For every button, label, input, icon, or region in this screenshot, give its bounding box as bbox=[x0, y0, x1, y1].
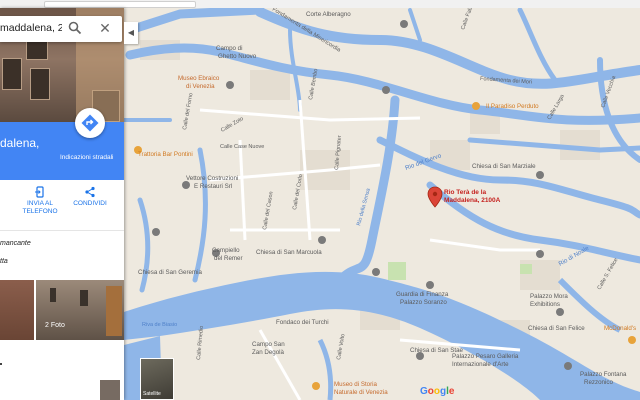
photo-thumbnail[interactable] bbox=[100, 380, 120, 400]
label-palazzo-mora-1: Palazzo Mora bbox=[530, 293, 568, 300]
poi-icon[interactable] bbox=[556, 308, 564, 316]
place-header: dalena, Indicazioni stradali bbox=[0, 108, 124, 180]
label-campiello-remer-1: Campiello bbox=[212, 247, 240, 254]
search-icon[interactable] bbox=[68, 21, 82, 35]
label-palazzo-pesaro-2: Internazionale d'Arte bbox=[452, 361, 509, 368]
google-logo: Google bbox=[420, 386, 455, 397]
address-bar[interactable] bbox=[44, 1, 196, 8]
label-chiesa-geremia: Chiesa di San Geremia bbox=[138, 269, 203, 276]
poi-icon[interactable] bbox=[312, 382, 320, 390]
label-palazzo-fontana-2: Rezzonico bbox=[584, 379, 613, 386]
label-museo-storia-1: Museo di Storia bbox=[334, 381, 378, 388]
label-fondaco: Fondaco dei Turchi bbox=[276, 319, 329, 326]
map-canvas[interactable]: Corte Alberagno Campo di Ghetto Nuovo Mu… bbox=[124, 8, 640, 400]
label-trattoria: Trattoria Bar Pontini bbox=[138, 151, 193, 158]
photo-count: 2 Foto bbox=[45, 322, 65, 329]
poi-icon[interactable] bbox=[400, 20, 408, 28]
photo-window bbox=[2, 58, 22, 90]
photo-door bbox=[106, 286, 122, 336]
photo-thumbnail[interactable] bbox=[36, 280, 124, 340]
park bbox=[520, 264, 532, 274]
photo-thumbnails bbox=[0, 280, 124, 340]
label-riva-biasio: Riva de Biasio bbox=[142, 322, 177, 328]
label-campo-degola-1: Campo San bbox=[252, 341, 285, 348]
directions-icon bbox=[81, 114, 99, 132]
bullet bbox=[0, 363, 2, 365]
location-label-line2: Maddalena, 2100A bbox=[444, 197, 501, 204]
poi-icon[interactable] bbox=[426, 281, 434, 289]
label-chiesa-marziale: Chiesa di San Marziale bbox=[472, 163, 536, 170]
label-vettore-2: E Restauri Srl bbox=[194, 183, 232, 190]
label-corte-alberagno: Corte Alberagno bbox=[306, 11, 351, 18]
park bbox=[388, 262, 406, 280]
photo-window bbox=[80, 290, 88, 306]
directions-label[interactable]: Indicazioni stradali bbox=[60, 154, 113, 161]
satellite-label: Satellite bbox=[143, 391, 161, 397]
info-missing[interactable]: mancante bbox=[0, 240, 31, 247]
label-campiello-remer-2: del Remer bbox=[214, 255, 243, 262]
search-input[interactable]: maddalena, 2100... bbox=[0, 22, 62, 34]
poi-icon[interactable] bbox=[226, 81, 234, 89]
label-guardia-1: Guardia di Finanza bbox=[396, 291, 449, 298]
send-to-phone-label: INVIA AL TELEFONO bbox=[22, 200, 58, 215]
label-campo-ghetto-1: Campo di bbox=[216, 45, 242, 52]
label-museo-ebraico-2: di Venezia bbox=[186, 83, 215, 90]
label-guardia-2: Palazzo Soranzo bbox=[400, 299, 447, 306]
poi-icon[interactable] bbox=[472, 102, 480, 110]
search-box[interactable]: maddalena, 2100... ✕ bbox=[0, 16, 122, 42]
close-icon[interactable]: ✕ bbox=[98, 20, 112, 36]
send-to-phone-icon bbox=[35, 186, 44, 198]
label-il-paradiso: Il Paradiso Perduto bbox=[486, 103, 539, 110]
label-campo-ghetto-2: Ghetto Nuovo bbox=[218, 53, 257, 60]
label-museo-ebraico-1: Museo Ebraico bbox=[178, 75, 220, 82]
label-vettore-1: Vettore Costruzioni bbox=[186, 175, 238, 182]
label-palazzo-mora-2: Exhibitions bbox=[530, 301, 560, 308]
send-to-phone-button[interactable]: INVIA AL TELEFONO bbox=[20, 186, 60, 216]
label-mcdonalds: McDonald's bbox=[604, 325, 636, 332]
place-panel: maddalena, 2100... ✕ dalena, Indicazioni… bbox=[0, 8, 124, 400]
poi-icon[interactable] bbox=[182, 181, 190, 189]
poi-icon[interactable] bbox=[564, 362, 572, 370]
poi-icon[interactable] bbox=[382, 86, 390, 94]
label-chiesa-felice: Chiesa di San Felice bbox=[528, 325, 585, 332]
poi-icon[interactable] bbox=[536, 250, 544, 258]
location-label-line1: Rio Terà de la bbox=[444, 189, 487, 196]
share-icon bbox=[85, 186, 95, 198]
poi-icon[interactable] bbox=[372, 268, 380, 276]
share-label: CONDIVIDI bbox=[73, 200, 107, 207]
photo-thumbnail[interactable] bbox=[0, 280, 34, 340]
poi-icon[interactable] bbox=[152, 228, 160, 236]
poi-icon[interactable] bbox=[536, 171, 544, 179]
label-chiesa-marcuola: Chiesa di San Marcuola bbox=[256, 249, 322, 256]
satellite-toggle[interactable]: Satellite bbox=[140, 358, 174, 400]
label-calle-casa-nuove: Calle Case Nuove bbox=[220, 144, 264, 150]
label-campo-degola-2: Zan Degolà bbox=[252, 349, 285, 356]
collapse-panel-button[interactable]: ◀ bbox=[124, 22, 138, 44]
poi-icon[interactable] bbox=[318, 236, 326, 244]
photo-window bbox=[30, 68, 50, 100]
place-title: dalena, bbox=[0, 136, 40, 150]
label-museo-storia-2: Naturale di Venezia bbox=[334, 389, 388, 396]
label-palazzo-fontana-1: Palazzo Fontana bbox=[580, 371, 627, 378]
directions-button[interactable] bbox=[75, 108, 105, 138]
label-palazzo-pesaro-1: Palazzo Pesaro Galleria bbox=[452, 353, 519, 360]
poi-icon[interactable] bbox=[628, 336, 636, 344]
share-button[interactable]: CONDIVIDI bbox=[68, 186, 112, 208]
info-line[interactable]: tta bbox=[0, 258, 8, 265]
photo-window bbox=[50, 288, 56, 302]
divider bbox=[0, 230, 124, 231]
